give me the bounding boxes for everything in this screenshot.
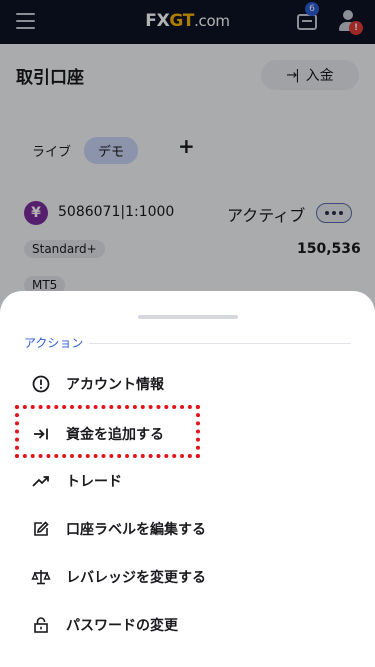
action-label: 口座ラベルを編集する	[66, 522, 206, 538]
trend-up-icon	[30, 470, 52, 492]
action-change-leverage[interactable]: レバレッジを変更する	[30, 564, 206, 590]
scale-icon	[30, 566, 52, 588]
sheet-handle[interactable]	[138, 315, 238, 319]
info-circle-icon	[30, 373, 52, 395]
edit-icon	[30, 518, 52, 540]
section-label: アクション	[24, 334, 90, 351]
action-sheet: アクション アカウント情報 資金を追加する トレード 口座ラベルを編集する レバ…	[0, 291, 375, 667]
action-label: アカウント情報	[66, 377, 164, 393]
action-label: トレード	[66, 474, 122, 490]
highlight-box	[15, 405, 200, 458]
action-account-info[interactable]: アカウント情報	[30, 371, 164, 397]
action-label: レバレッジを変更する	[66, 570, 206, 586]
lock-icon	[30, 614, 52, 636]
action-trade[interactable]: トレード	[30, 468, 122, 494]
action-label: パスワードの変更	[66, 618, 178, 634]
action-edit-label[interactable]: 口座ラベルを編集する	[30, 516, 206, 542]
action-change-password[interactable]: パスワードの変更	[30, 612, 178, 638]
